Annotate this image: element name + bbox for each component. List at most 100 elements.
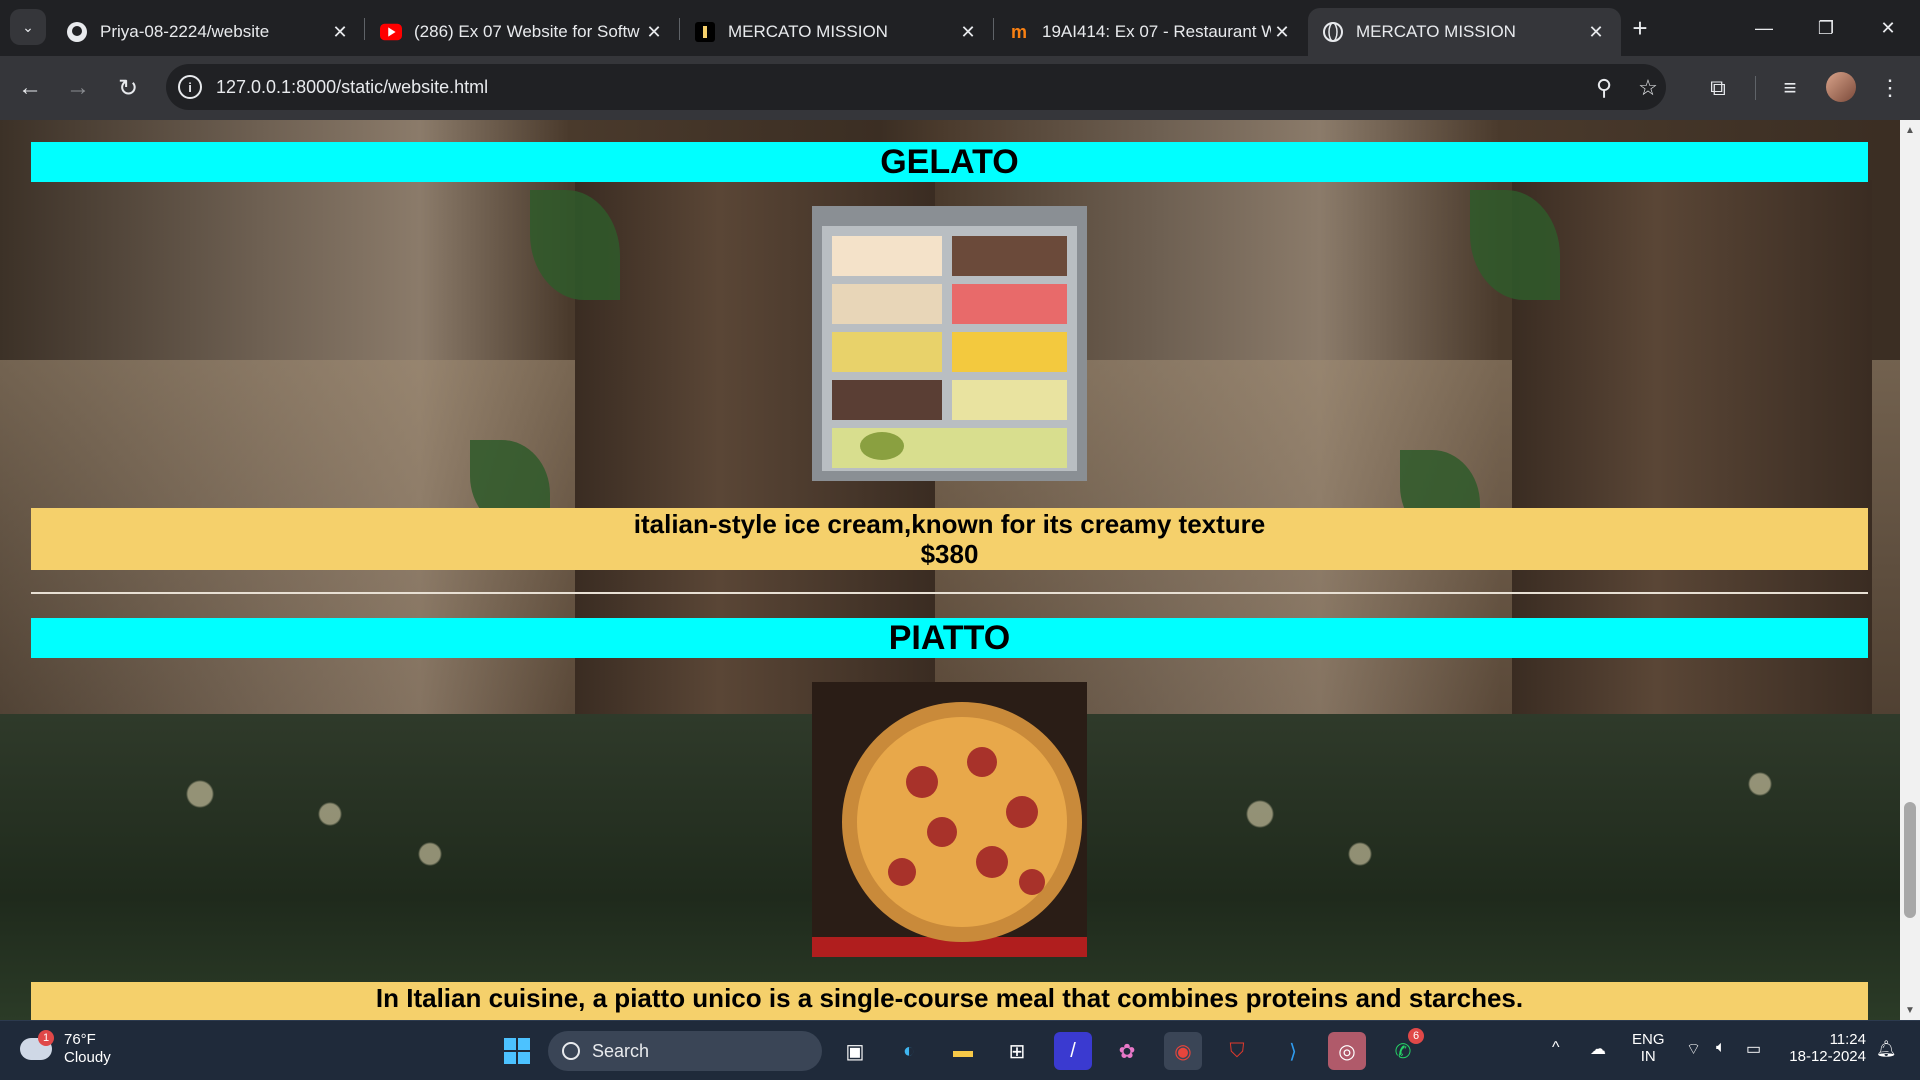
moodle-icon: m [1010,21,1027,42]
github-icon [66,21,88,43]
youtube-icon [380,21,402,43]
copilot-icon: ✿ [1118,1040,1136,1063]
close-icon[interactable]: ✕ [1585,21,1607,43]
app-icon[interactable]: / [1054,1032,1092,1070]
zoom-out-icon: ⚲ [1595,75,1613,100]
battery-icon[interactable]: ▭ [1746,1039,1761,1059]
tab-title: MERCATO MISSION [728,22,888,41]
wifi-icon[interactable]: ⌔ [1686,1039,1701,1059]
dish-description: italian-style ice cream,known for its cr… [633,509,1266,539]
chrome-app[interactable]: ◉ [1164,1032,1202,1070]
menu-button[interactable]: ⋮ [1872,70,1908,106]
vector-app-icon: / [1070,1039,1076,1062]
reload-icon: ↻ [117,74,139,102]
close-icon: ✕ [1880,17,1896,38]
chrome-icon: ◉ [1174,1040,1192,1063]
forward-button[interactable]: → [60,70,96,106]
start-button[interactable] [498,1032,536,1070]
profile-avatar[interactable] [1826,72,1856,102]
task-view-button[interactable]: ▣ [836,1032,874,1070]
tab-title: 19AI414: Ex 07 - Restaurant W [1042,22,1271,41]
whatsapp-badge: 6 [1408,1028,1424,1044]
scroll-down-arrow-icon[interactable]: ▼ [1900,1000,1920,1020]
whatsapp-app[interactable]: ✆ 6 [1384,1028,1424,1070]
pepperoni-pizza-image [812,682,1087,957]
minimize-button[interactable]: — [1734,8,1794,48]
tab-search-button[interactable]: ⌄ [10,9,46,45]
close-icon[interactable]: ✕ [643,21,665,43]
close-icon[interactable]: ✕ [329,21,351,43]
site-info-icon[interactable]: i [178,75,202,99]
record-icon: ◎ [1338,1040,1356,1063]
windows-logo-icon [504,1038,530,1064]
tab-mercato-active[interactable]: MERCATO MISSION ✕ [1308,8,1621,56]
folder-icon: ▬ [953,1039,973,1062]
new-tab-button[interactable]: + [1624,12,1656,44]
tab-mercato-1[interactable]: MERCATO MISSION ✕ [680,8,993,56]
section-divider [31,592,1868,594]
dish-description-box: italian-style ice cream,known for its cr… [31,508,1868,570]
language-line-2: IN [1640,1048,1656,1065]
taskbar-search[interactable]: Search [548,1031,822,1071]
tab-title: Priya-08-2224/website [100,22,270,41]
cloud-icon: 1 [20,1030,54,1060]
close-window-button[interactable]: ✕ [1858,8,1918,48]
restore-button[interactable]: ❐ [1796,8,1856,48]
vscode-icon: ⟩ [1289,1040,1297,1063]
chevron-up-icon: ^ [1552,1039,1560,1056]
plus-icon: + [1632,12,1648,43]
puzzle-icon: ⧉ [1710,75,1726,100]
address-bar[interactable]: i 127.0.0.1:8000/static/website.html [166,64,1666,110]
category-heading: PIATTO [31,618,1868,658]
more-vert-icon: ⋮ [1879,75,1901,100]
vscode-app[interactable]: ⟩ [1274,1032,1312,1070]
weather-widget[interactable]: 1 76°F Cloudy [20,1030,111,1067]
category-heading: GELATO [31,142,1868,182]
language-indicator[interactable]: ENG IN [1632,1031,1665,1065]
show-hidden-icons-button[interactable]: ^ [1552,1039,1560,1057]
extensions-button[interactable]: ⧉ [1700,70,1736,106]
close-icon[interactable]: ✕ [1271,21,1293,43]
whatsapp-icon: ✆ [1394,1040,1412,1063]
bookmark-button[interactable]: ☆ [1630,70,1666,106]
playlist-icon: ≡ [1783,75,1797,100]
close-icon[interactable]: ✕ [957,21,979,43]
clock-time: 11:24 [1829,1031,1866,1048]
browser-tab-strip: ⌄ Priya-08-2224/website ✕ (286) Ex 07 We… [0,0,1920,56]
scrollbar-thumb[interactable] [1904,802,1916,918]
reload-button[interactable]: ↻ [110,70,146,106]
search-label: Search [592,1040,650,1061]
weather-badge: 1 [38,1030,54,1046]
chevron-down-icon: ⌄ [22,18,34,35]
tab-github[interactable]: Priya-08-2224/website ✕ [52,8,365,56]
file-explorer-app[interactable]: ▬ [944,1032,982,1070]
mcafee-app[interactable]: ⛉ [1218,1032,1256,1070]
tab-youtube[interactable]: (286) Ex 07 Website for Softw ✕ [366,8,679,56]
volume-icon[interactable]: 🔈︎ [1716,1039,1726,1057]
toolbar-divider [1755,76,1756,100]
back-button[interactable]: ← [12,70,48,106]
arrow-right-icon: → [66,74,90,101]
tab-title: (286) Ex 07 Website for Softw [414,22,640,41]
edge-app[interactable]: ◐ [890,1032,928,1070]
clock[interactable]: 11:24 18-12-2024 [1786,1031,1866,1065]
restore-icon: ❐ [1817,17,1835,38]
notifications-bell-icon[interactable]: 🔔︎ [1876,1039,1896,1059]
clock-date: 18-12-2024 [1789,1048,1866,1065]
zoom-button[interactable]: ⚲ [1586,70,1622,106]
scroll-up-arrow-icon[interactable]: ▲ [1900,120,1920,140]
site-icon [694,21,716,43]
tab-moodle[interactable]: m 19AI414: Ex 07 - Restaurant W ✕ [994,8,1307,56]
search-icon [562,1042,580,1060]
screen-recorder-app[interactable]: ◎ [1328,1032,1366,1070]
url-text: 127.0.0.1:8000/static/website.html [216,77,489,97]
microsoft-store-app[interactable]: ⊞ [998,1032,1036,1070]
onedrive-icon[interactable]: ☁ [1590,1039,1606,1059]
windows-taskbar: 1 76°F Cloudy Search ▣ ◐ ▬ ⊞ / ✿ ◉ ⛉ ⟩ ◎… [0,1020,1920,1080]
shield-icon: ⛉ [1229,1039,1245,1062]
page-scrollbar[interactable]: ▲ ▼ [1900,120,1920,1020]
edge-icon: ◐ [902,1039,916,1062]
media-controls-button[interactable]: ≡ [1772,70,1808,106]
copilot-app[interactable]: ✿ [1108,1032,1146,1070]
globe-icon [1322,21,1344,43]
